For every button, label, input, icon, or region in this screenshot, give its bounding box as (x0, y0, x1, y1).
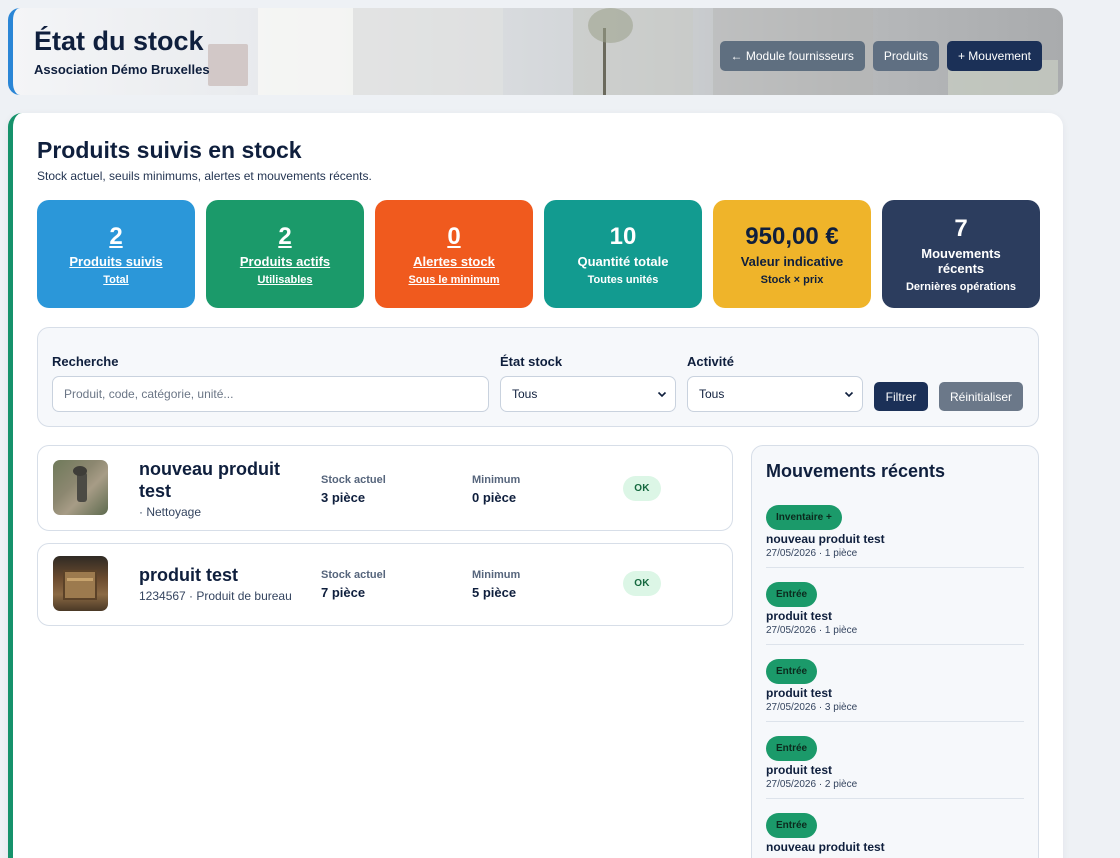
product-thumbnail (53, 556, 108, 611)
activity-select[interactable]: Tous (687, 376, 863, 412)
movement-detail: 27/05/2026 · 2 pièce (766, 779, 858, 790)
stock-value: 3 pièce (321, 490, 366, 505)
tile-tracked-products[interactable]: 2 Produits suivis Total (37, 200, 195, 308)
divider (766, 644, 1024, 645)
product-card[interactable]: nouveau produit test · Nettoyage Stock a… (37, 445, 733, 531)
tile-total-quantity: 10 Quantité totale Toutes unités (544, 200, 702, 308)
tile-recent-movements: 7 Mouvements récents Dernières opération… (882, 200, 1040, 308)
filter-panel: Recherche Produit, code, catégorie, unit… (37, 327, 1039, 427)
movement-item[interactable]: Entrée produit test 27/05/2026 · 1 pièce (766, 582, 1024, 645)
product-meta: · Nettoyage (139, 505, 202, 519)
movement-type-badge: Entrée (766, 813, 818, 838)
stock-label: Stock actuel (321, 474, 386, 486)
tile-label: Mouvements récents (921, 246, 1001, 276)
tile-sublabel: Sous le minimum (408, 273, 500, 286)
stock-state-select[interactable]: Tous (500, 376, 676, 412)
filter-button[interactable]: Filtrer (874, 382, 928, 411)
tile-label: Valeur indicative (740, 253, 844, 269)
tile-label: Alertes stock (413, 253, 495, 269)
movement-product: produit test (766, 686, 832, 700)
stock-panel: Produits suivis en stock Stock actuel, s… (8, 113, 1063, 858)
divider (766, 721, 1024, 722)
chevron-down-icon (657, 391, 667, 398)
add-movement-button[interactable]: + Mouvement (946, 41, 1042, 71)
stock-value: 7 pièce (321, 585, 366, 600)
minimum-value: 5 pièce (472, 585, 517, 600)
tile-stock-alerts[interactable]: 0 Alertes stock Sous le minimum (375, 200, 533, 308)
divider (766, 798, 1024, 799)
movement-detail: 27/05/2026 · 1 pièce (766, 548, 858, 559)
tile-value: 0 (447, 222, 461, 250)
movement-detail: 27/05/2026 · 3 pièce (766, 702, 858, 713)
product-thumbnail (53, 460, 108, 515)
tile-value: 950,00 € (745, 222, 839, 250)
stock-label: Stock actuel (321, 569, 386, 581)
tile-indicative-value: 950,00 € Valeur indicative Stock × prix (713, 200, 871, 308)
movement-product: nouveau produit test (766, 532, 885, 546)
product-meta: 1234567 · Produit de bureau (139, 589, 292, 603)
minimum-value: 0 pièce (472, 490, 517, 505)
tile-label: Produits suivis (69, 253, 163, 269)
movement-type-badge: Inventaire + (766, 505, 842, 530)
tile-sublabel: Dernières opérations (905, 281, 1017, 293)
movement-type-badge: Entrée (766, 582, 818, 607)
search-label: Recherche (52, 354, 119, 369)
status-badge: OK (623, 476, 661, 501)
product-name: nouveau produit test (139, 459, 280, 501)
movement-type-badge: Entrée (766, 736, 818, 761)
movement-product: nouveau produit test (766, 840, 885, 854)
movement-item[interactable]: Entrée produit test 27/05/2026 · 3 pièce (766, 659, 1024, 722)
movement-type-badge: Entrée (766, 659, 818, 684)
recent-movements-title: Mouvements récents (766, 461, 946, 481)
tile-active-products[interactable]: 2 Produits actifs Utilisables (206, 200, 364, 308)
activity-value: Tous (699, 387, 725, 401)
movement-product: produit test (766, 763, 832, 777)
suppliers-module-button[interactable]: ← Module fournisseurs (719, 41, 865, 71)
page-title: État du stock (34, 26, 204, 56)
tile-value: 10 (609, 222, 637, 250)
page-header: État du stock Association Démo Bruxelles… (8, 8, 1063, 95)
status-badge: OK (623, 571, 661, 596)
search-input[interactable]: Produit, code, catégorie, unité... (52, 376, 489, 412)
stock-state-label: État stock (500, 354, 563, 369)
chevron-down-icon (844, 391, 854, 398)
reset-button[interactable]: Réinitialiser (939, 382, 1023, 411)
movement-product: produit test (766, 609, 832, 623)
section-description: Stock actuel, seuils minimums, alertes e… (37, 169, 372, 183)
movement-item[interactable]: Entrée produit test 27/05/2026 · 2 pièce (766, 736, 1024, 799)
minimum-label: Minimum (472, 569, 521, 581)
tile-value: 2 (278, 222, 292, 250)
activity-label: Activité (687, 354, 734, 369)
section-title: Produits suivis en stock (37, 137, 302, 163)
stat-tiles: 2 Produits suivis Total 2 Produits actif… (37, 200, 1040, 308)
tile-label: Produits actifs (239, 253, 331, 269)
tile-value: 2 (109, 222, 123, 250)
tile-value: 7 (954, 215, 968, 242)
product-name: produit test (139, 565, 238, 585)
products-button[interactable]: Produits (872, 41, 939, 71)
tile-sublabel: Stock × prix (760, 273, 824, 286)
tile-label: Quantité totale (577, 253, 669, 269)
divider (766, 567, 1024, 568)
product-card[interactable]: produit test 1234567 · Produit de bureau… (37, 543, 733, 626)
tile-sublabel: Toutes unités (587, 273, 659, 286)
movement-detail: 27/05/2026 · 1 pièce (766, 625, 858, 636)
minimum-label: Minimum (472, 474, 521, 486)
tile-sublabel: Utilisables (257, 273, 313, 286)
movement-item[interactable]: Inventaire + nouveau produit test 27/05/… (766, 505, 1024, 568)
stock-state-value: Tous (512, 387, 538, 401)
organization-name: Association Démo Bruxelles (34, 62, 210, 77)
recent-movements-panel: Mouvements récents Inventaire + nouveau … (751, 445, 1039, 858)
movement-item[interactable]: Entrée nouveau produit test (766, 813, 1024, 856)
header-actions: ← Module fournisseurs Produits + Mouveme… (719, 41, 1042, 71)
tile-sublabel: Total (103, 273, 129, 286)
